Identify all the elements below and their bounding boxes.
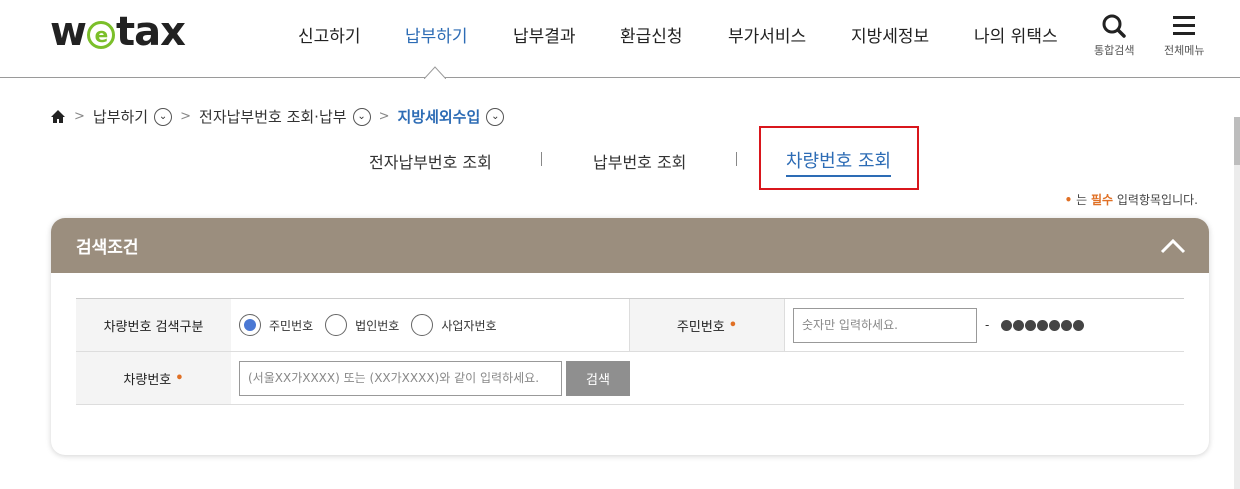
radio-corporate-number[interactable]: 법인번호 [325,314,399,336]
breadcrumb: > 납부하기 ⌄ > 전자납부번호 조회·납부 ⌄ > 지방세외수입 ⌄ [50,106,505,127]
radio-unselected-icon [325,314,348,336]
tab-electronic-payment-number[interactable]: 전자납부번호 조회 [369,149,492,173]
scrollbar-thumb[interactable] [1234,117,1240,165]
breadcrumb-current[interactable]: 지방세외수입 [397,106,480,127]
form-row-search-type: 차량번호 검색구분 주민번호 법인번호 사업자번호 주민번호 • 숫자만 입력하… [76,299,1184,352]
search-panel-header: 검색조건 [51,218,1209,273]
header: w e tax 신고하기 납부하기 납부결과 환급신청 부가서비스 지방세정보 나의… [0,0,1240,79]
chevron-up-icon[interactable] [1159,236,1187,256]
logo-e: e [86,21,115,49]
required-note-prefix: 는 [1076,193,1091,207]
logo-tax: tax [115,9,186,55]
hamburger-menu-icon [1173,16,1196,35]
search-icon [1102,14,1126,38]
tab-divider [541,152,542,166]
nav-my-wetax[interactable]: 나의 위택스 [974,22,1058,47]
search-button[interactable]: 검색 [566,360,630,396]
nav-payment[interactable]: 납부하기 [405,22,468,47]
vehicle-number-cell: 검색 [231,352,1184,404]
nav-payment-result[interactable]: 납부결과 [513,22,576,47]
radio-resident-number[interactable]: 주민번호 [239,314,313,336]
resident-number-mask: - [985,318,1085,332]
integrated-search-button[interactable]: 통합검색 [1094,13,1134,58]
radio-selected-icon [239,314,261,336]
chevron-down-icon[interactable]: ⌄ [352,107,371,126]
required-dot-icon: • [728,317,738,333]
vehicle-number-label: 차량번호 • [76,352,231,404]
search-type-label: 차량번호 검색구분 [76,299,231,351]
nav-extra-services[interactable]: 부가서비스 [728,22,806,47]
breadcrumb-item-electronic-payment[interactable]: 전자납부번호 조회·납부 [199,106,347,127]
required-dot-icon: • [1064,193,1073,207]
required-note-emphasis: 필수 [1090,193,1114,207]
radio-unselected-icon [411,314,434,336]
tab-payment-number[interactable]: 납부번호 조회 [593,149,686,173]
mask-dash: - [985,318,990,332]
breadcrumb-separator-icon: > [74,109,85,124]
nav-report[interactable]: 신고하기 [298,22,361,47]
vehicle-number-input[interactable] [239,360,562,396]
form-row-vehicle-number: 차량번호• 검색 [76,352,1184,405]
nav-local-tax-info[interactable]: 지방세정보 [851,22,929,47]
chevron-down-icon[interactable]: ⌄ [486,107,505,126]
all-menu-button[interactable]: 전체메뉴 [1164,13,1204,58]
search-type-options: 주민번호 법인번호 사업자번호 [231,299,629,351]
integrated-search-label: 통합검색 [1094,44,1135,57]
search-form: 차량번호 검색구분 주민번호 법인번호 사업자번호 주민번호 • 숫자만 입력하… [76,298,1184,405]
breadcrumb-item-payment[interactable]: 납부하기 [93,106,148,127]
active-nav-caret [424,66,446,79]
breadcrumb-separator-icon: > [378,109,390,124]
search-panel: 검색조건 차량번호 검색구분 주민번호 법인번호 사업자번호 주민번호 • 숫자… [51,218,1209,455]
resident-number-cell: - [784,299,1184,351]
required-note: • 는 필수 입력항목입니다. [1065,191,1198,208]
highlight-box [759,126,919,190]
required-dot-icon: • [175,370,184,386]
radio-corporate-number-label: 법인번호 [355,318,400,333]
page-scrollbar[interactable] [1234,117,1240,489]
search-panel-title: 검색조건 [76,238,139,258]
radio-business-number-label: 사업자번호 [441,318,497,333]
search-type-label-text: 차량번호 검색구분 [103,319,204,335]
home-icon[interactable] [50,109,66,124]
radio-business-number[interactable]: 사업자번호 [411,314,497,336]
wetax-logo[interactable]: w e tax [50,9,186,55]
logo-w: w [50,9,87,55]
resident-number-input[interactable] [793,307,977,343]
radio-resident-number-label: 주민번호 [269,318,314,333]
required-note-suffix: 입력항목입니다. [1113,193,1198,207]
all-menu-label: 전체메뉴 [1164,44,1205,57]
resident-number-label-text: 주민번호 [676,319,725,335]
chevron-down-icon[interactable]: ⌄ [154,107,173,126]
resident-number-label: 주민번호 • [629,299,784,351]
vehicle-number-label-text: 차량번호 [123,372,172,388]
breadcrumb-separator-icon: > [180,109,192,124]
nav-refund[interactable]: 환급신청 [620,22,683,47]
tab-divider [736,152,737,166]
